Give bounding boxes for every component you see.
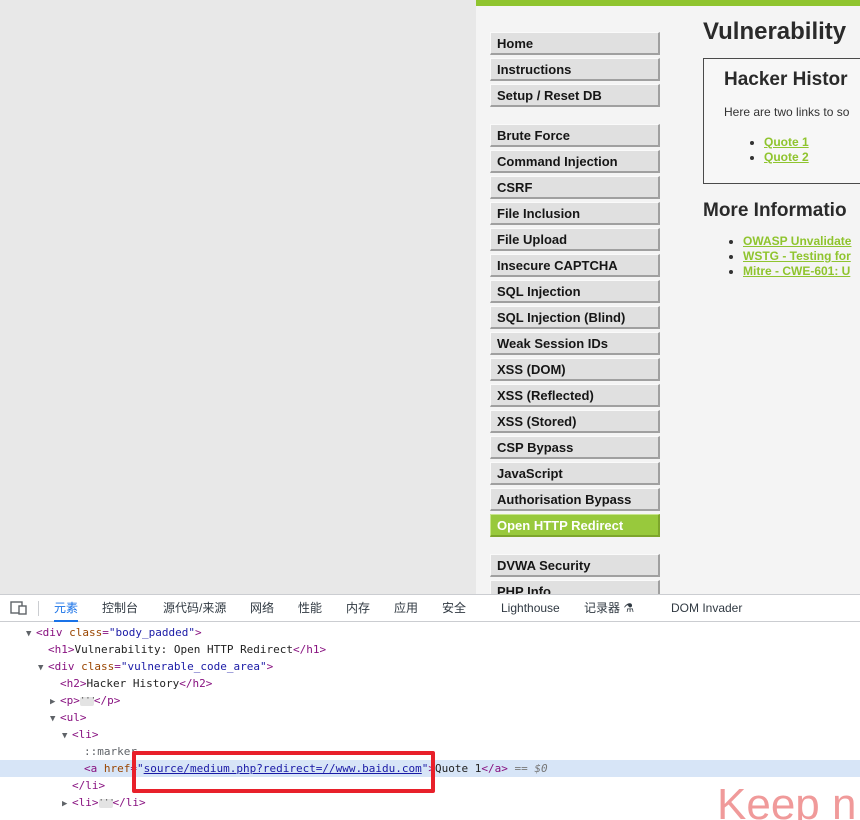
tab-recorder[interactable]: 记录器 ⚗ (584, 595, 634, 622)
dom-node-h2[interactable]: <h2>Hacker History</h2> (0, 675, 860, 692)
menu-item-xss-dom[interactable]: XSS (DOM) (490, 358, 660, 381)
tab-memory[interactable]: 内存 (346, 595, 370, 622)
section-description: Here are two links to so (724, 105, 850, 119)
tab-security[interactable]: 安全 (442, 595, 466, 622)
list-item: Quote 2 (764, 150, 860, 165)
owasp-link[interactable]: OWASP Unvalidate (743, 234, 851, 248)
browser-empty-area (0, 0, 476, 594)
tab-dom-invader[interactable]: DOM Invader (671, 595, 742, 622)
dom-node-ul[interactable]: ▼ <ul> (0, 709, 860, 726)
list-item: Mitre - CWE-601: U (743, 264, 860, 279)
quote-2-link[interactable]: Quote 2 (764, 150, 809, 164)
mitre-link[interactable]: Mitre - CWE-601: U (743, 264, 850, 278)
list-item: Quote 1 (764, 135, 860, 150)
watermark-text: Keep n (717, 780, 857, 820)
ellipsis-icon[interactable]: ··· (98, 796, 115, 808)
toolbar-divider (38, 601, 39, 616)
menu-item-xss-stored[interactable]: XSS (Stored) (490, 410, 660, 433)
list-item: OWASP Unvalidate (743, 234, 860, 249)
main-content: Vulnerability Hacker Histor Here are two… (703, 18, 860, 279)
dom-node-h1[interactable]: <h1>Vulnerability: Open HTTP Redirect</h… (0, 641, 860, 658)
dom-node-li[interactable]: ▼ <li> (0, 726, 860, 743)
menu-item-csrf[interactable]: CSRF (490, 176, 660, 199)
menu-gap (490, 540, 662, 554)
menu-item-xss-reflected[interactable]: XSS (Reflected) (490, 384, 660, 407)
menu-item-dvwa-security[interactable]: DVWA Security (490, 554, 660, 577)
href-value-link[interactable]: source/medium.php?redirect=//www.baidu.c… (144, 762, 422, 775)
dom-node-marker[interactable]: ::marker (0, 743, 860, 760)
info-link-list: OWASP Unvalidate WSTG - Testing for Mitr… (703, 234, 860, 279)
tab-console[interactable]: 控制台 (102, 595, 138, 622)
menu-item-authorisation-bypass[interactable]: Authorisation Bypass (490, 488, 660, 511)
menu-item-command-injection[interactable]: Command Injection (490, 150, 660, 173)
tab-network[interactable]: 网络 (250, 595, 274, 622)
devtools-tab-bar: 元素 控制台 源代码/来源 网络 性能 内存 应用 安全 Lighthouse … (0, 595, 860, 622)
wstg-link[interactable]: WSTG - Testing for (743, 249, 851, 263)
tab-elements[interactable]: 元素 (54, 595, 79, 622)
list-item: WSTG - Testing for (743, 249, 860, 264)
menu-gap (490, 110, 662, 124)
device-toggle-icon[interactable] (10, 601, 28, 615)
menu-item-file-upload[interactable]: File Upload (490, 228, 660, 251)
menu-item-php-info[interactable]: PHP Info (490, 580, 660, 594)
quote-list: Quote 1 Quote 2 (724, 135, 860, 165)
page-title: Vulnerability (703, 18, 847, 45)
menu-item-sql-injection[interactable]: SQL Injection (490, 280, 660, 303)
menu-item-javascript[interactable]: JavaScript (490, 462, 660, 485)
vulnerable-code-area: Hacker Histor Here are two links to so Q… (703, 58, 860, 184)
tab-performance[interactable]: 性能 (298, 595, 322, 622)
menu-item-sql-injection-blind[interactable]: SQL Injection (Blind) (490, 306, 660, 329)
sidebar-menu: Home Instructions Setup / Reset DB Brute… (490, 32, 662, 594)
quote-1-link[interactable]: Quote 1 (764, 135, 809, 149)
menu-item-home[interactable]: Home (490, 32, 660, 55)
menu-item-open-http-redirect[interactable]: Open HTTP Redirect (490, 514, 660, 537)
dvwa-page: Home Instructions Setup / Reset DB Brute… (476, 0, 860, 594)
dom-node-div-vulnerable-code-area[interactable]: ▼ <div class="vulnerable_code_area"> (0, 658, 860, 675)
menu-item-file-inclusion[interactable]: File Inclusion (490, 202, 660, 225)
menu-item-instructions[interactable]: Instructions (490, 58, 660, 81)
more-info-heading: More Informatio (703, 200, 847, 221)
tab-sources[interactable]: 源代码/来源 (163, 595, 226, 622)
menu-item-weak-session-ids[interactable]: Weak Session IDs (490, 332, 660, 355)
menu-item-insecure-captcha[interactable]: Insecure CAPTCHA (490, 254, 660, 277)
section-heading: Hacker Histor (724, 69, 848, 90)
collapse-triangle-icon[interactable]: ▶ (62, 796, 72, 813)
menu-item-brute-force[interactable]: Brute Force (490, 124, 660, 147)
dom-node-p[interactable]: ▶ <p>···</p> (0, 692, 860, 709)
ellipsis-icon[interactable]: ··· (79, 694, 96, 706)
tab-application[interactable]: 应用 (394, 595, 418, 622)
menu-item-csp-bypass[interactable]: CSP Bypass (490, 436, 660, 459)
dom-node-a-selected[interactable]: <a href="source/medium.php?redirect=//ww… (0, 760, 860, 777)
header-bar (476, 0, 860, 6)
tab-lighthouse[interactable]: Lighthouse (501, 595, 560, 622)
menu-item-setup-reset-db[interactable]: Setup / Reset DB (490, 84, 660, 107)
dom-node-div-body-padded[interactable]: ▼ <div class="body_padded"> (0, 624, 860, 641)
